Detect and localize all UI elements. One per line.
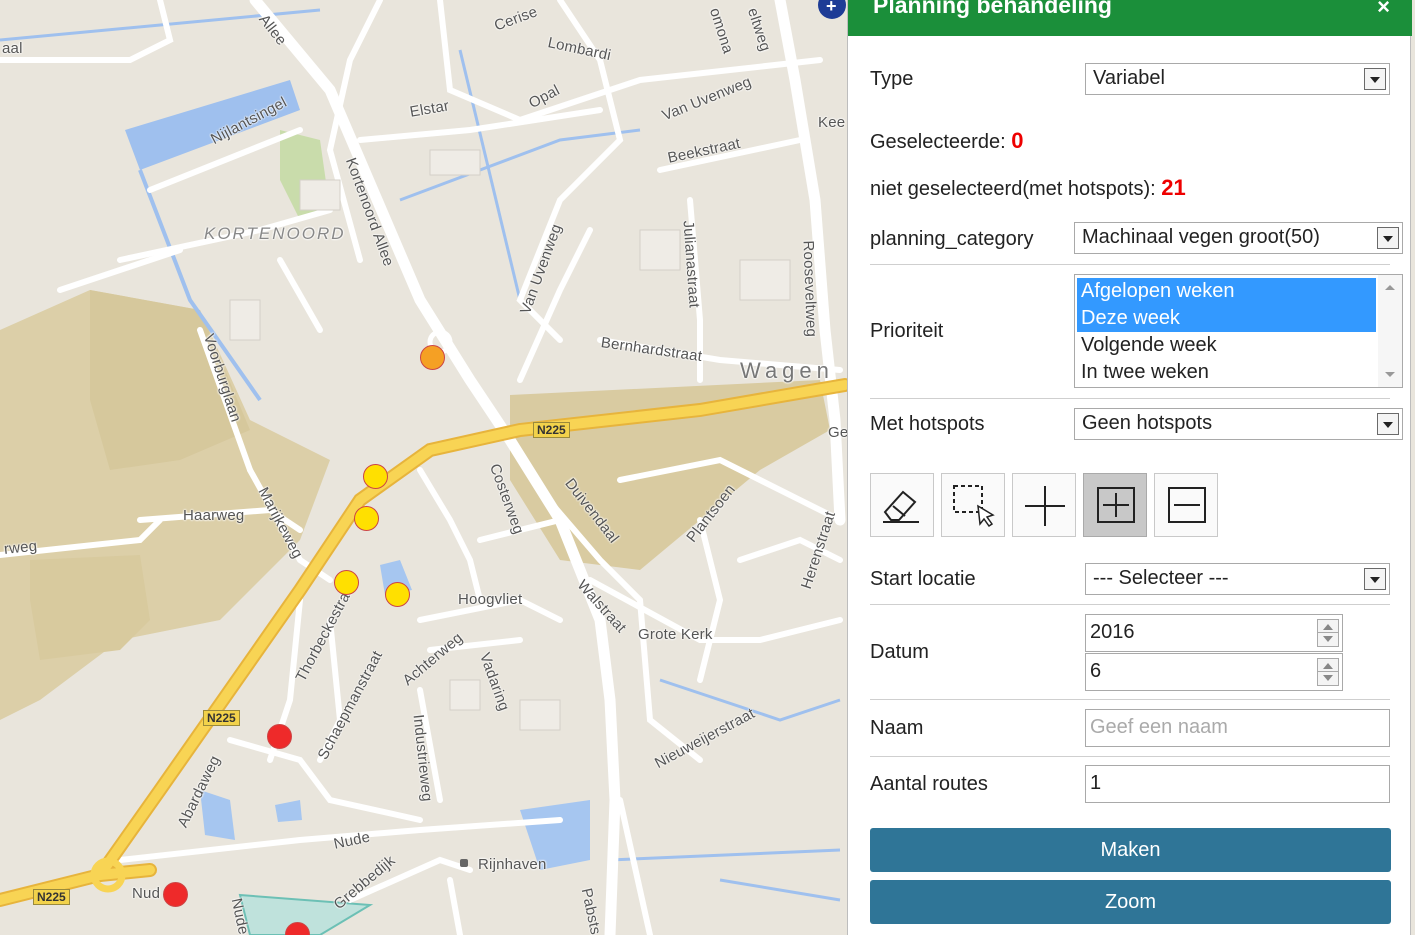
type-select-value: Variabel xyxy=(1093,67,1165,89)
street-label: Kee xyxy=(818,114,846,131)
hotspot-marker-red[interactable] xyxy=(163,882,188,907)
unselected-count-row: niet geselecteerd(met hotspots): 21 xyxy=(870,175,1186,201)
planning-panel: Planning behandeling × Type Variabel Ges… xyxy=(847,0,1412,935)
chevron-down-icon[interactable] xyxy=(1364,568,1386,590)
priority-option[interactable]: In twee weken xyxy=(1077,359,1376,386)
divider xyxy=(870,699,1390,700)
name-label: Naam xyxy=(870,717,924,739)
unselected-count: 21 xyxy=(1161,175,1186,200)
scroll-up-icon[interactable] xyxy=(1385,285,1395,290)
week-spinner[interactable] xyxy=(1317,658,1339,686)
name-input[interactable]: Geef een naam xyxy=(1085,709,1390,747)
type-label: Type xyxy=(870,68,914,90)
chevron-down-icon[interactable] xyxy=(1364,68,1386,90)
poi-icon xyxy=(460,859,468,867)
street-label: Nud xyxy=(132,885,161,902)
listbox-scrollbar[interactable] xyxy=(1378,275,1402,387)
scroll-down-icon[interactable] xyxy=(1385,372,1395,377)
chevron-down-icon[interactable] xyxy=(1377,227,1399,249)
priority-listbox[interactable]: Afgelopen weken Deze week Volgende week … xyxy=(1074,274,1403,388)
routes-label: Aantal routes xyxy=(870,773,988,795)
svg-text:+: + xyxy=(826,0,837,16)
start-location-label: Start locatie xyxy=(870,568,976,590)
panel-header: Planning behandeling × xyxy=(848,0,1412,36)
make-button[interactable]: Maken xyxy=(870,828,1391,872)
chevron-down-icon[interactable] xyxy=(1377,413,1399,435)
priority-option[interactable]: Deze week xyxy=(1077,305,1376,332)
routes-input[interactable]: 1 xyxy=(1085,765,1390,803)
hotspot-marker-yellow[interactable] xyxy=(363,464,388,489)
category-select[interactable]: Machinaal vegen groot(50) xyxy=(1074,222,1403,254)
selected-count-row: Geselecteerde: 0 xyxy=(870,128,1023,154)
name-placeholder: Geef een naam xyxy=(1090,716,1228,738)
poi-label-grote-kerk[interactable]: Grote Kerk xyxy=(638,626,713,643)
add-box-icon xyxy=(1097,487,1135,523)
add-point-tool-button[interactable] xyxy=(1012,473,1076,537)
hotspots-select[interactable]: Geen hotspots xyxy=(1074,408,1403,440)
hotspot-marker-yellow[interactable] xyxy=(354,506,379,531)
road-shield-n225: N225 xyxy=(33,889,70,905)
close-button[interactable]: × xyxy=(1377,0,1390,20)
street-label: Ge xyxy=(828,424,849,441)
priority-option[interactable]: Afgelopen weken xyxy=(1077,278,1376,305)
road-shield-n225: N225 xyxy=(203,710,240,726)
selected-label: Geselecteerde: xyxy=(870,131,1006,153)
poi-label-rijnhaven[interactable]: Rijnhaven xyxy=(478,856,547,873)
start-location-select[interactable]: --- Selecteer --- xyxy=(1085,563,1390,595)
poi-label-hoogvliet[interactable]: Hoogvliet xyxy=(458,591,522,608)
panel-title: Planning behandeling xyxy=(873,0,1112,18)
hotspot-marker-yellow[interactable] xyxy=(334,570,359,595)
hotspot-marker-yellow[interactable] xyxy=(385,582,410,607)
area-label: KORTENOORD xyxy=(204,224,346,243)
city-label: Wagen xyxy=(740,358,834,383)
routes-value: 1 xyxy=(1090,772,1102,794)
divider xyxy=(870,398,1390,399)
zoom-button[interactable]: Zoom xyxy=(870,880,1391,924)
unselected-label: niet geselecteerd(met hotspots): xyxy=(870,178,1156,200)
hotspots-select-value: Geen hotspots xyxy=(1082,412,1213,434)
year-input[interactable]: 2016 xyxy=(1085,614,1343,652)
select-area-tool-button[interactable] xyxy=(941,473,1005,537)
hotspots-label: Met hotspots xyxy=(870,413,985,435)
divider xyxy=(870,756,1390,757)
eraser-tool-button[interactable] xyxy=(870,473,934,537)
selected-count: 0 xyxy=(1011,128,1024,153)
start-location-value: --- Selecteer --- xyxy=(1093,567,1229,589)
remove-box-tool-button[interactable] xyxy=(1154,473,1218,537)
priority-option[interactable]: Volgende week xyxy=(1077,332,1376,359)
year-spinner[interactable] xyxy=(1317,619,1339,647)
hotspot-marker-orange[interactable] xyxy=(420,345,445,370)
eraser-icon xyxy=(883,490,919,523)
category-select-value: Machinaal vegen groot(50) xyxy=(1082,226,1320,248)
date-label: Datum xyxy=(870,641,929,663)
divider xyxy=(870,264,1390,265)
week-value: 6 xyxy=(1090,660,1102,682)
street-label: Rooseveltweg xyxy=(799,240,820,338)
divider xyxy=(870,604,1390,605)
priority-label: Prioriteit xyxy=(870,320,944,342)
add-box-tool-button[interactable] xyxy=(1083,473,1147,537)
road-shield-n225: N225 xyxy=(533,422,570,438)
hotspot-marker-red[interactable] xyxy=(267,724,292,749)
category-label: planning_category xyxy=(870,228,1034,250)
type-select[interactable]: Variabel xyxy=(1085,63,1390,95)
add-point-icon xyxy=(1025,486,1065,526)
week-input[interactable]: 6 xyxy=(1085,653,1343,691)
year-value: 2016 xyxy=(1090,621,1135,643)
remove-box-icon xyxy=(1168,487,1206,523)
street-label: aal xyxy=(2,40,23,57)
street-label: Haarweg xyxy=(183,507,245,524)
select-area-icon xyxy=(953,485,995,528)
street-label: rweg xyxy=(3,537,39,558)
